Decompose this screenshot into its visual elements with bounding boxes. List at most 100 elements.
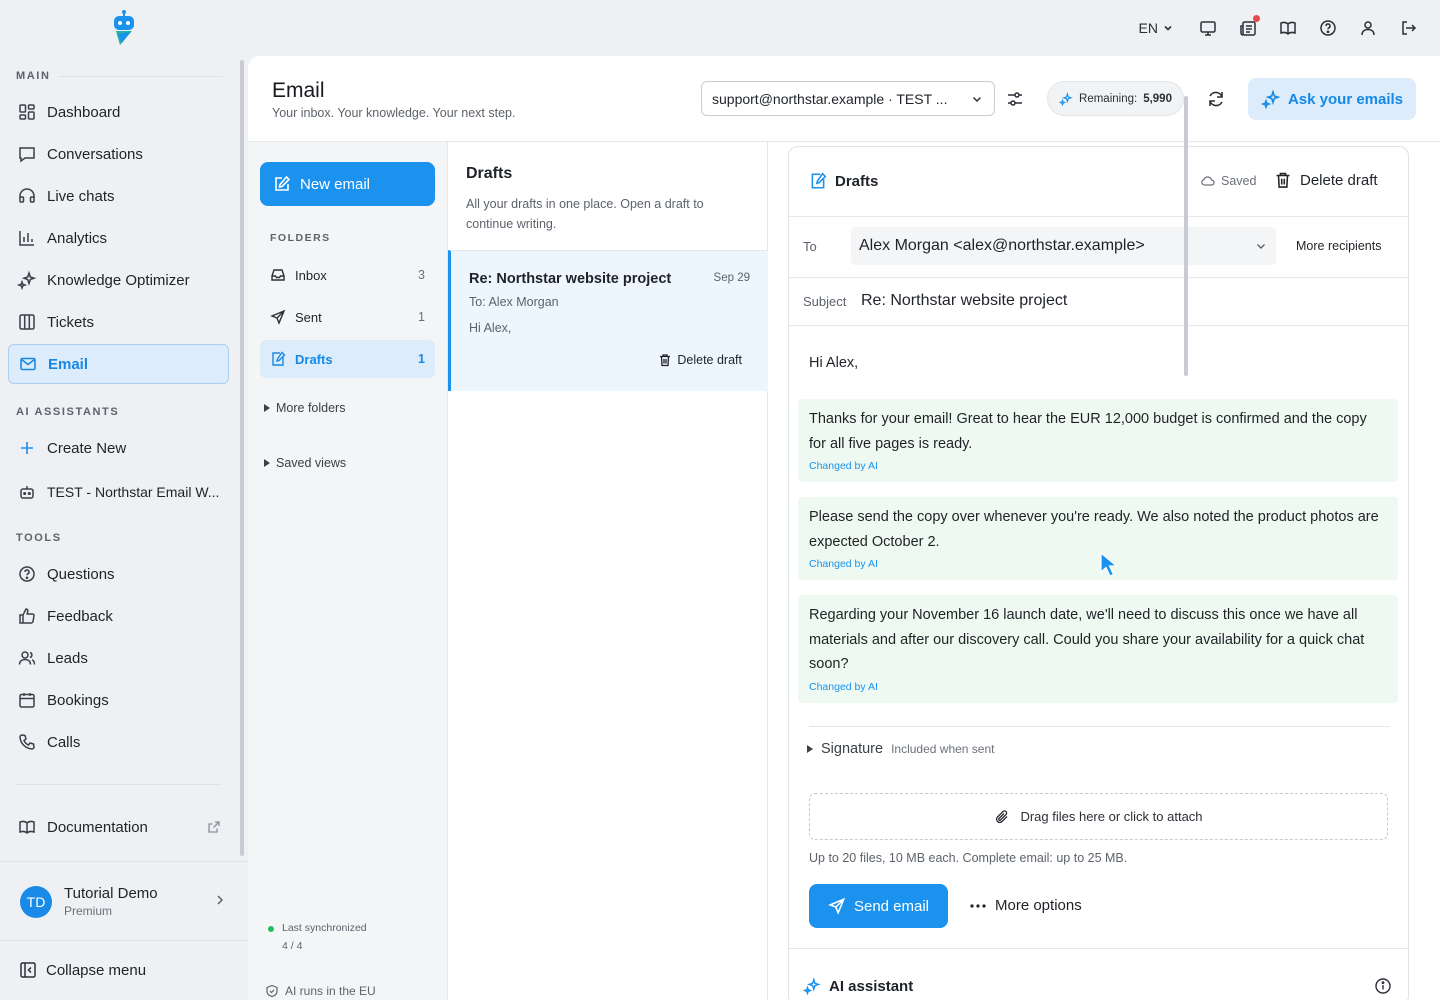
folder-sent[interactable]: Sent 1 xyxy=(260,298,435,336)
delete-draft-button[interactable]: Delete draft xyxy=(658,353,742,367)
monitor-icon[interactable] xyxy=(1198,18,1218,38)
signature-toggle[interactable]: Signature Included when sent xyxy=(807,741,994,757)
sidebar-item-assistant[interactable]: TEST - Northstar Email W... xyxy=(8,472,229,512)
sidebar-item-label: Knowledge Optimizer xyxy=(47,271,190,289)
sync-status: Last synchronized 4 / 4 xyxy=(268,922,367,952)
attach-label: Drag files here or click to attach xyxy=(1020,809,1203,824)
collapse-menu-button[interactable]: Collapse menu xyxy=(18,960,146,980)
send-email-label: Send email xyxy=(853,897,930,915)
sidebar-item-conversations[interactable]: Conversations xyxy=(8,134,229,174)
sidebar-item-email[interactable]: Email xyxy=(8,344,229,384)
ai-assistant-title[interactable]: AI assistant xyxy=(803,977,913,995)
ai-changed-paragraph[interactable]: Regarding your November 16 launch date, … xyxy=(798,595,1398,703)
thumbs-up-icon xyxy=(17,606,37,626)
filter-icon[interactable] xyxy=(1004,88,1026,110)
section-title-tools: TOOLS xyxy=(16,532,62,544)
folder-label: Inbox xyxy=(295,267,327,283)
list-item[interactable]: Re: Northstar website project Sep 29 To:… xyxy=(448,250,768,391)
bot-icon xyxy=(17,482,37,502)
section-divider xyxy=(58,76,223,77)
news-icon[interactable] xyxy=(1238,15,1260,38)
sidebar-item-feedback[interactable]: Feedback xyxy=(8,596,229,636)
sidebar-item-bookings[interactable]: Bookings xyxy=(8,680,229,720)
folder-drafts[interactable]: Drafts 1 xyxy=(260,340,435,378)
sidebar-item-leads[interactable]: Leads xyxy=(8,638,229,678)
sidebar-item-live-chats[interactable]: Live chats xyxy=(8,176,229,216)
inbox-icon xyxy=(270,267,286,283)
chevron-down-icon xyxy=(1164,25,1172,31)
paragraph-text: Regarding your November 16 launch date, … xyxy=(809,607,1365,672)
ai-changed-paragraph[interactable]: Please send the copy over whenever you'r… xyxy=(798,497,1398,580)
user-icon[interactable] xyxy=(1358,18,1378,38)
ai-assistant-section: AI assistant xyxy=(789,948,1408,1000)
ellipsis-icon xyxy=(969,903,987,909)
list-title: Drafts xyxy=(466,165,513,182)
ai-changed-paragraph[interactable]: Thanks for your email! Great to hear the… xyxy=(798,399,1398,482)
triangle-right-icon xyxy=(264,404,270,412)
profile-card[interactable]: TD Tutorial Demo Premium xyxy=(0,862,248,940)
sidebar-item-label: Questions xyxy=(47,565,115,583)
calendar-icon xyxy=(17,690,37,710)
users-icon xyxy=(17,648,37,668)
folder-count: 1 xyxy=(418,352,425,366)
book-open-icon[interactable] xyxy=(1278,18,1298,38)
sidebar-item-label: Bookings xyxy=(47,691,109,709)
profile-name: Tutorial Demo xyxy=(64,885,158,902)
folder-count: 1 xyxy=(418,310,425,324)
notification-dot xyxy=(1253,15,1260,22)
to-field[interactable]: Alex Morgan <alex@northstar.example> xyxy=(851,227,1276,265)
folders-panel: New email FOLDERS Inbox 3 Sent 1 Drafts … xyxy=(248,142,448,1000)
more-options-label: More options xyxy=(995,897,1082,914)
editor-scrollbar[interactable] xyxy=(1184,96,1188,376)
sidebar-item-dashboard[interactable]: Dashboard xyxy=(8,92,229,132)
subject-label: Subject xyxy=(803,294,847,309)
sidebar-item-questions[interactable]: Questions xyxy=(8,554,229,594)
more-recipients-button[interactable]: More recipients xyxy=(1296,239,1381,253)
draft-recipient: To: Alex Morgan xyxy=(469,295,559,309)
sparkle-icon xyxy=(1059,91,1073,106)
new-email-button[interactable]: New email xyxy=(260,162,435,206)
grid-icon xyxy=(17,102,37,122)
paragraph-text: Thanks for your email! Great to hear the… xyxy=(809,411,1367,452)
drafts-list-panel: Drafts All your drafts in one place. Ope… xyxy=(448,142,768,1000)
sidebar-item-knowledge-optimizer[interactable]: Knowledge Optimizer xyxy=(8,260,229,300)
account-select[interactable]: support@northstar.example · TEST ... xyxy=(701,81,995,116)
sparkle-icon xyxy=(17,270,37,290)
logout-icon[interactable] xyxy=(1398,18,1418,38)
attachment-dropzone[interactable]: Drag files here or click to attach xyxy=(809,793,1388,840)
info-icon[interactable] xyxy=(1374,977,1392,995)
signature-note: Included when sent xyxy=(891,742,995,756)
saved-status: Saved xyxy=(1200,173,1256,189)
ai-assistant-label: AI assistant xyxy=(829,977,914,995)
remaining-credits-badge: Remaining: 5,990 xyxy=(1047,81,1184,116)
sidebar-item-label: Documentation xyxy=(47,818,148,836)
sidebar-scrollbar[interactable] xyxy=(240,60,244,856)
refresh-icon[interactable] xyxy=(1205,88,1227,110)
subject-field[interactable]: Re: Northstar website project xyxy=(861,292,1067,310)
ask-your-emails-button[interactable]: Ask your emails xyxy=(1248,78,1416,120)
help-icon[interactable] xyxy=(1318,18,1338,38)
paragraph-text: Please send the copy over whenever you'r… xyxy=(809,509,1379,550)
sidebar-item-create-new[interactable]: Create New xyxy=(8,428,229,468)
sidebar-item-tickets[interactable]: Tickets xyxy=(8,302,229,342)
more-folders-toggle[interactable]: More folders xyxy=(264,401,345,415)
app-logo[interactable] xyxy=(110,10,138,46)
trash-icon xyxy=(1274,171,1292,189)
compose-icon xyxy=(272,174,292,194)
saved-views-toggle[interactable]: Saved views xyxy=(264,456,346,470)
body-greeting[interactable]: Hi Alex, xyxy=(809,355,858,371)
send-email-button[interactable]: Send email xyxy=(809,884,948,928)
language-select[interactable]: EN xyxy=(1139,20,1174,36)
delete-draft-button[interactable]: Delete draft xyxy=(1274,171,1378,189)
signature-label: Signature xyxy=(821,741,884,757)
folder-inbox[interactable]: Inbox 3 xyxy=(260,256,435,294)
sidebar-item-analytics[interactable]: Analytics xyxy=(8,218,229,258)
sidebar-item-calls[interactable]: Calls xyxy=(8,722,229,762)
sidebar-item-documentation[interactable]: Documentation xyxy=(8,807,229,847)
section-title-main: MAIN xyxy=(16,70,51,82)
language-label: EN xyxy=(1138,20,1158,36)
recipient-row: To Alex Morgan <alex@northstar.example> … xyxy=(789,217,1408,278)
more-options-button[interactable]: More options xyxy=(969,897,1082,914)
draft-editor: Drafts Saved Delete draft To Alex Morgan… xyxy=(788,146,1409,1000)
bar-chart-icon xyxy=(17,228,37,248)
